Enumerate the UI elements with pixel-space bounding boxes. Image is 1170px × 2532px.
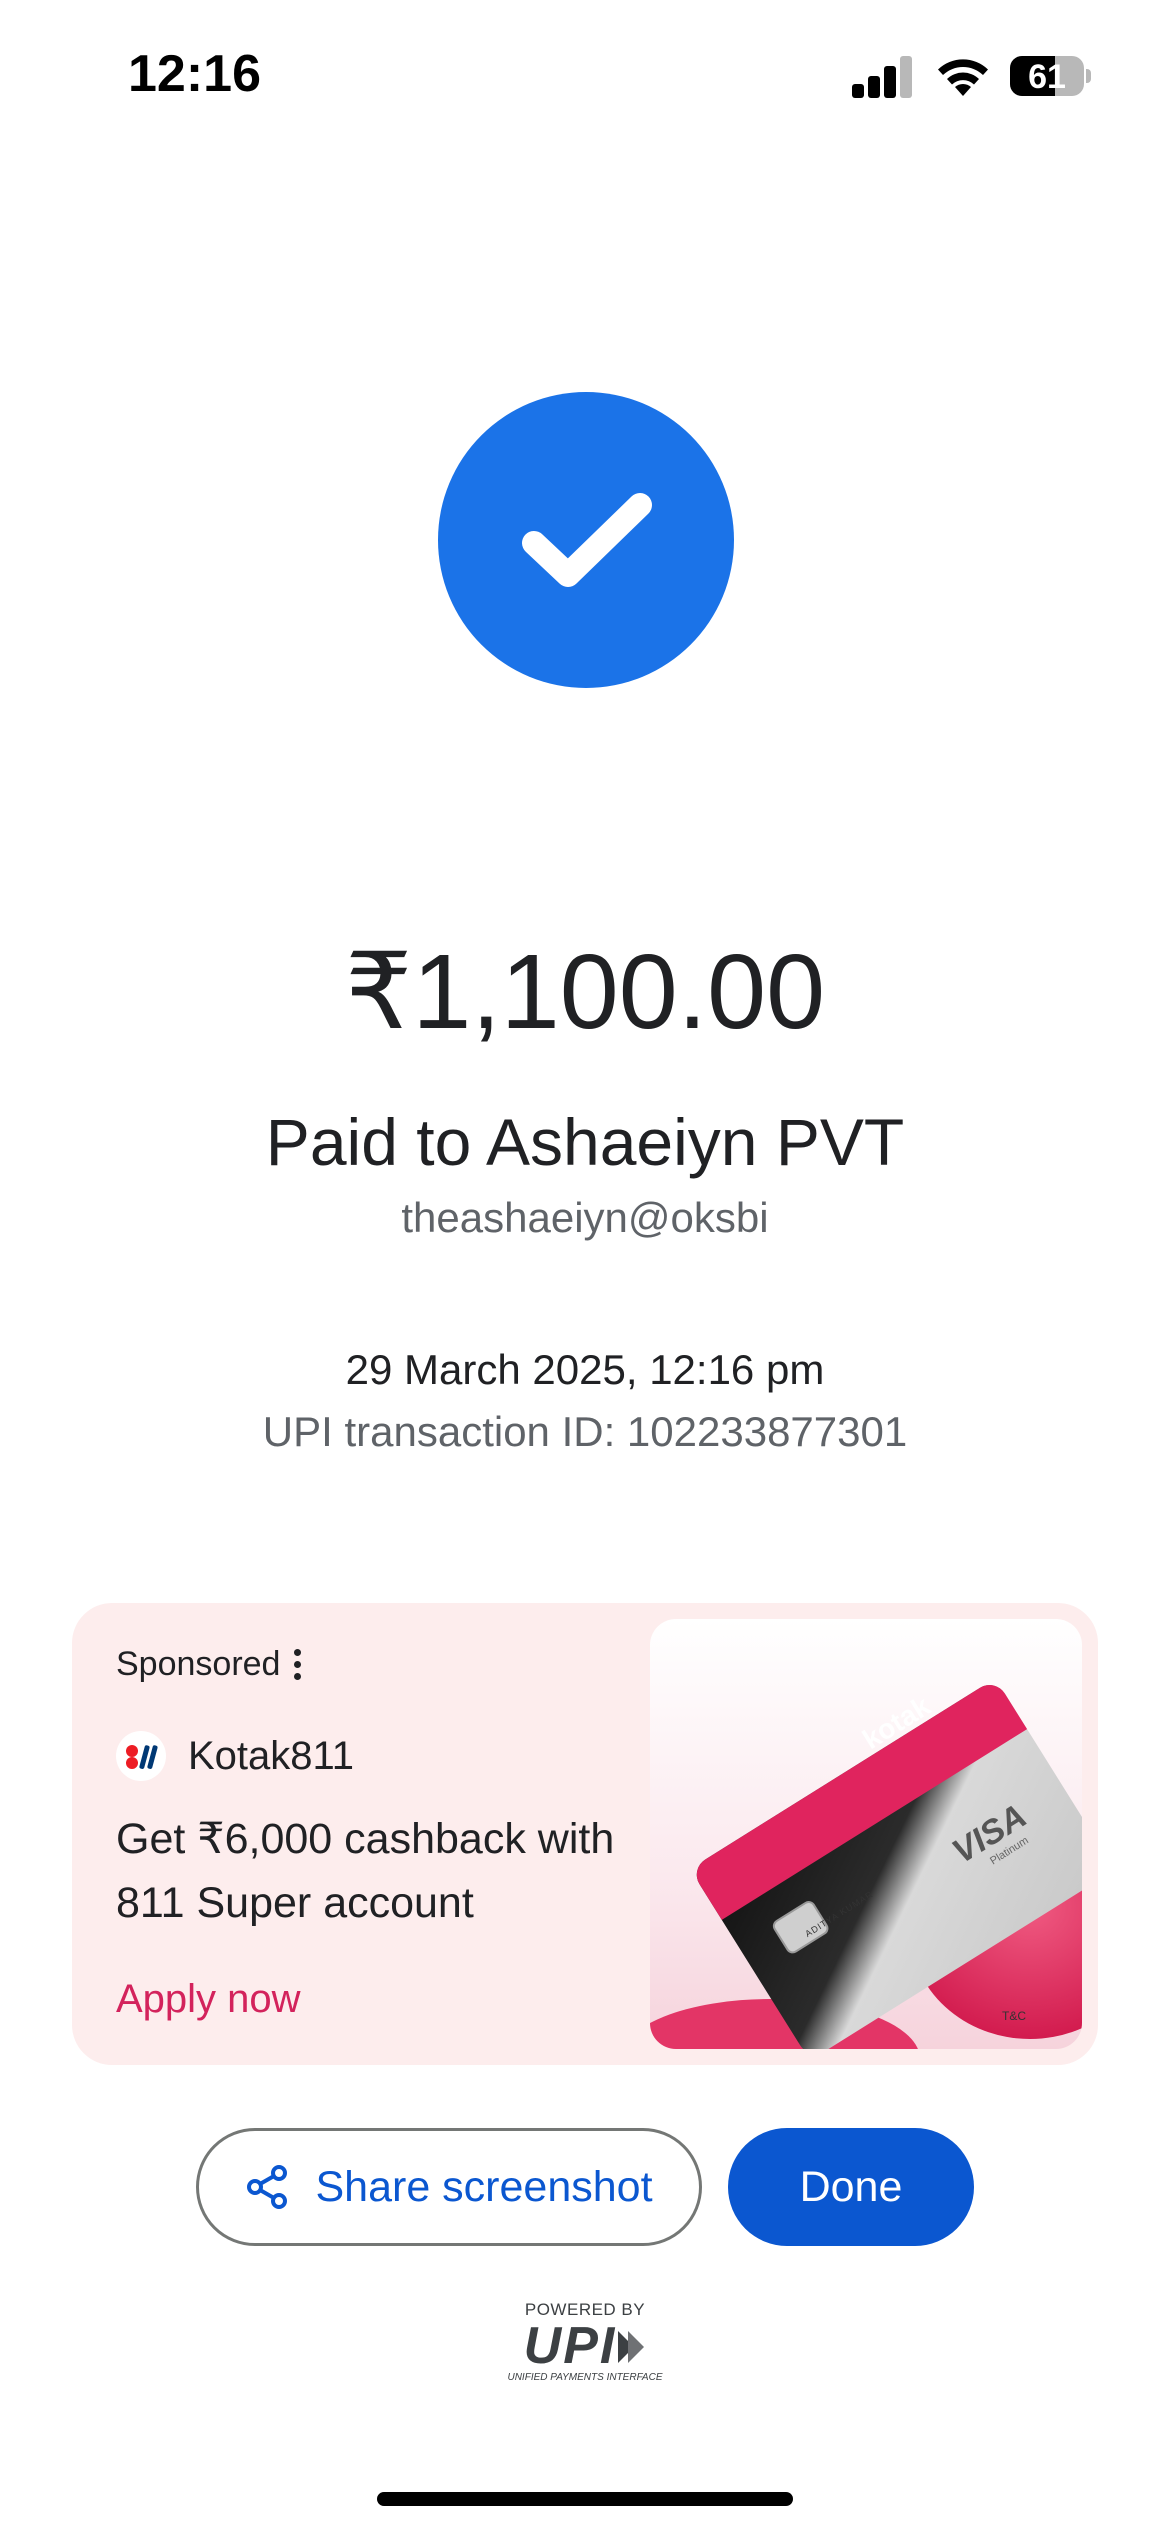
payee-name: Paid to Ashaeiyn PVT <box>265 1105 905 1179</box>
ad-brand-row: Kotak811 <box>116 1731 354 1781</box>
cellular-signal-icon <box>852 54 914 98</box>
ad-card-image[interactable]: kotak VISA Platinum ADITYA KUMAR T&C <box>650 1619 1082 2049</box>
share-icon <box>247 2165 288 2209</box>
more-options-icon[interactable] <box>294 1649 302 1680</box>
kotak-logo-icon <box>116 1731 166 1781</box>
payment-datetime: 29 March 2025, 12:16 pm <box>345 1346 825 1393</box>
status-time: 12:16 <box>128 45 261 103</box>
upi-logo-subtitle: UNIFIED PAYMENTS INTERFACE <box>507 2372 663 2383</box>
upi-footer: POWERED BY UPI UNIFIED PAYMENTS INTERFAC… <box>485 2300 685 2390</box>
ad-headline: Get ₹6,000 cashback with 811 Super accou… <box>116 1815 615 1927</box>
share-screenshot-label: Share screenshot <box>315 2162 653 2211</box>
done-label: Done <box>799 2162 903 2211</box>
battery-cap <box>1086 69 1091 83</box>
share-screenshot-button[interactable]: Share screenshot <box>196 2128 702 2246</box>
payment-amount: ₹1,100.00 <box>344 933 826 1051</box>
home-indicator[interactable] <box>377 2492 793 2506</box>
ad-brand-name: Kotak811 <box>188 1733 355 1778</box>
check-icon <box>522 493 652 587</box>
sponsored-header: Sponsored <box>116 1645 302 1684</box>
transaction-id[interactable]: UPI transaction ID: 102233877301 <box>0 1408 1170 1456</box>
tnc-text: T&C <box>1002 2009 1026 2023</box>
sponsored-ad-card[interactable]: Sponsored Kotak811 Get ₹6,000 cashback w… <box>72 1603 1098 2065</box>
sponsored-label: Sponsored <box>116 1645 281 1683</box>
battery-percent: 61 <box>1028 58 1066 96</box>
success-indicator <box>438 392 734 688</box>
upi-logo-text: UPI <box>523 2317 617 2375</box>
done-button[interactable]: Done <box>728 2128 974 2246</box>
wifi-icon <box>938 59 988 96</box>
status-icons: 61 <box>852 54 1092 102</box>
apply-now-link[interactable]: Apply now <box>116 1977 301 2022</box>
battery-icon: 61 <box>1010 56 1084 96</box>
upi-arrow-icon <box>618 2331 645 2363</box>
upi-logo: UPI <box>485 2320 685 2372</box>
payee-upi-id: theashaeiyn@oksbi <box>401 1194 769 1241</box>
